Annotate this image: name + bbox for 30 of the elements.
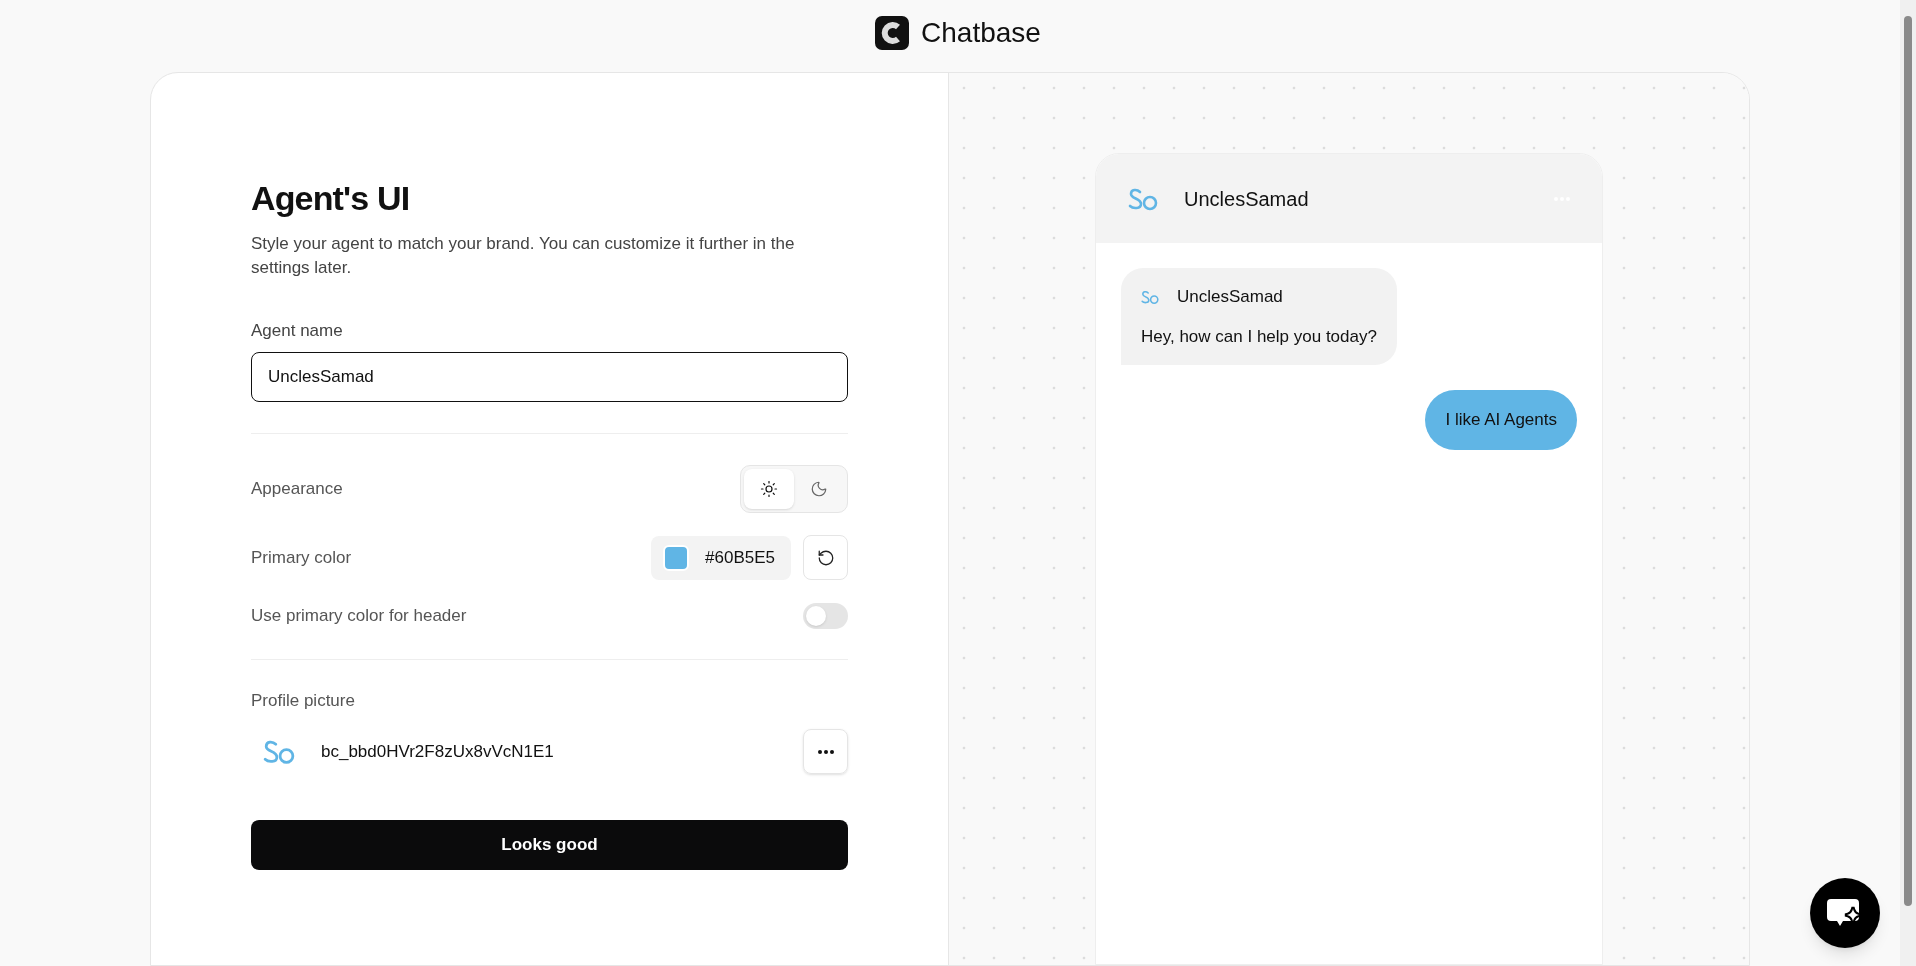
more-icon <box>817 749 834 754</box>
field-label: Profile picture <box>251 689 355 712</box>
chat-launcher-button[interactable] <box>1810 878 1880 948</box>
sun-icon <box>760 479 778 498</box>
subtitle: Style your agent to match your brand. You can customize it further in the settings later. <box>251 233 796 279</box>
avatar-icon <box>1141 289 1159 304</box>
reset-button[interactable] <box>803 535 848 580</box>
field-label: Agent name <box>251 320 343 342</box>
agent-name-field[interactable]: UnclesSamad <box>251 351 848 402</box>
avatar-icon <box>1128 186 1158 211</box>
logo-icon <box>875 16 910 50</box>
field-label: Primary color <box>251 546 352 569</box>
more-button[interactable] <box>803 729 848 774</box>
color-field[interactable]: #60B5E5 <box>651 535 791 580</box>
light-mode-tab[interactable] <box>744 468 794 509</box>
moon-icon <box>810 479 828 498</box>
message-text: Hey, how can I help you today? <box>1141 325 1377 348</box>
page-title: Agent's UI <box>251 178 411 219</box>
avatar-icon <box>263 738 295 765</box>
color-swatch <box>663 544 690 571</box>
file-name: bc_bbd0HVr2F8zUx8vVcN1E1 <box>321 740 554 763</box>
field-label: Appearance <box>251 477 343 500</box>
field-label: Use primary color for header <box>251 604 467 627</box>
chat-title: UnclesSamad <box>1184 186 1309 212</box>
user-message: I like AI Agents <box>1425 390 1577 450</box>
sender-name: UnclesSamad <box>1177 286 1283 308</box>
header-color-switch[interactable] <box>803 602 848 629</box>
reset-icon <box>816 548 835 567</box>
looks-good-button[interactable]: Looks good <box>251 820 848 870</box>
brand-name: Chatbase <box>921 16 1041 50</box>
